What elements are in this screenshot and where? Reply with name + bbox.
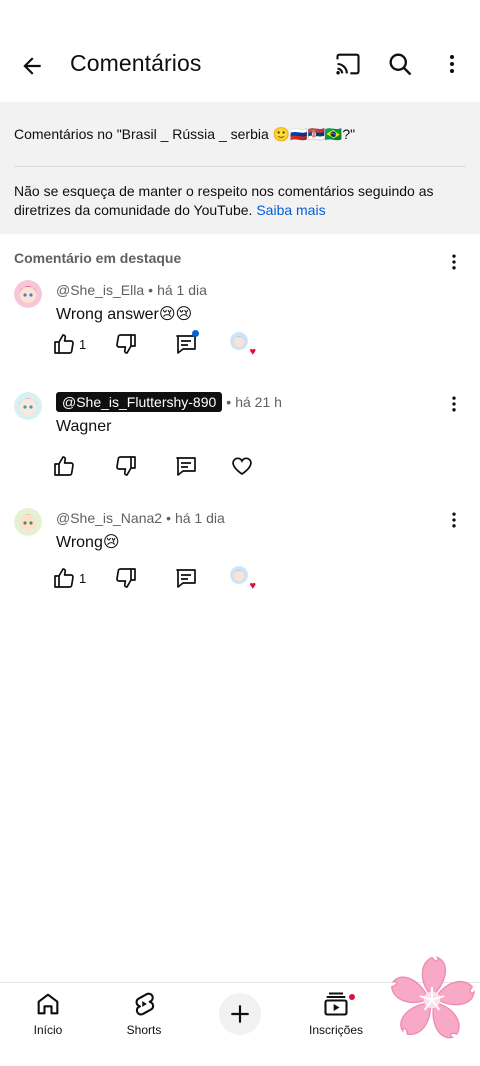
nav-home[interactable]: Início — [8, 989, 88, 1037]
like-button[interactable] — [52, 452, 114, 480]
comment-author[interactable]: @She_is_Nana2 — [56, 510, 162, 526]
video-title-line: Comentários no "Brasil _ Rússia _ serbia… — [14, 126, 356, 142]
comment-icon — [176, 569, 196, 588]
pinned-more-button[interactable] — [442, 250, 466, 274]
creator-heart: ♥ — [230, 330, 260, 358]
comment-more-button[interactable] — [442, 392, 466, 416]
home-icon — [37, 993, 59, 1015]
community-notice: Não se esqueça de manter o respeito nos … — [14, 182, 450, 220]
comment-time: há 1 dia — [174, 510, 225, 526]
more-vertical-icon — [450, 55, 454, 73]
more-vertical-icon — [452, 512, 456, 528]
dislike-button[interactable] — [114, 330, 174, 358]
back-button[interactable] — [14, 48, 50, 84]
comment-author[interactable]: @She_is_Fluttershy-890 — [56, 392, 223, 412]
avatar[interactable] — [14, 508, 42, 536]
separator: • — [166, 510, 171, 526]
reply-notification-dot — [192, 330, 199, 337]
heart-icon: ♥ — [249, 346, 256, 358]
arrow-left-icon — [23, 57, 41, 75]
pinned-comment-label: Comentário em destaque — [14, 250, 182, 266]
comment-time: há 21 h — [235, 394, 282, 410]
sakura-flower-icon — [391, 956, 475, 1039]
comment-text: Wrong answer😢😢 — [56, 306, 193, 323]
like-count: 1 — [79, 336, 87, 352]
notice-text: Não se esqueça de manter o respeito nos … — [14, 183, 434, 218]
sakura-flower-overlay — [386, 948, 478, 1048]
separator: • — [226, 394, 232, 410]
comment-icon — [176, 457, 196, 476]
like-button[interactable]: 1 — [52, 564, 114, 592]
page-title: Comentários — [70, 50, 202, 76]
comments-info-panel: Comentários no "Brasil _ Rússia _ serbia… — [0, 102, 480, 234]
like-count: 1 — [79, 570, 87, 586]
dislike-button[interactable] — [114, 564, 174, 592]
reply-button[interactable] — [174, 330, 230, 358]
comment-text: Wagner — [56, 418, 112, 435]
thumbs-down-icon — [116, 456, 136, 476]
top-app-bar: Comentários — [0, 0, 480, 102]
heart-icon: ♥ — [249, 580, 256, 592]
more-options-button[interactable] — [434, 46, 470, 82]
comment-time: há 1 dia — [157, 282, 207, 298]
comment-more-button[interactable] — [442, 508, 466, 532]
divider — [14, 166, 466, 167]
cast-icon — [336, 53, 360, 75]
nav-subscriptions-label: Inscrições — [308, 1023, 364, 1037]
thumbs-up-icon — [54, 334, 74, 354]
comment-author[interactable]: @She_is_Ella — [56, 282, 144, 298]
avatar[interactable] — [14, 392, 42, 420]
nav-shorts-label: Shorts — [126, 1023, 162, 1037]
like-button[interactable]: 1 — [52, 330, 114, 358]
nav-home-label: Início — [33, 1023, 63, 1037]
reply-button[interactable] — [174, 564, 230, 592]
thumbs-down-icon — [116, 334, 136, 354]
comment-text: Wrong😢 — [56, 534, 120, 551]
subscriptions-icon — [324, 992, 348, 1016]
create-button[interactable] — [219, 993, 261, 1035]
more-vertical-icon — [452, 396, 456, 412]
learn-more-link[interactable]: Saiba mais — [256, 202, 325, 218]
shorts-icon — [135, 992, 155, 1016]
search-button[interactable] — [382, 46, 418, 82]
dislike-button[interactable] — [114, 452, 174, 480]
thumbs-down-icon — [116, 568, 136, 588]
more-vertical-icon — [452, 254, 456, 270]
search-icon — [389, 53, 412, 76]
heart-outline-icon — [232, 457, 252, 476]
thumbs-up-icon — [54, 456, 74, 476]
plus-icon — [231, 1005, 249, 1023]
thumbs-up-icon — [54, 568, 74, 588]
creator-avatar — [230, 332, 248, 350]
separator: • — [148, 282, 154, 298]
creator-avatar — [230, 566, 248, 584]
avatar[interactable] — [14, 280, 42, 308]
cast-button[interactable] — [330, 46, 366, 82]
heart-button[interactable] — [230, 452, 260, 480]
reply-button[interactable] — [174, 452, 230, 480]
nav-shorts[interactable]: Shorts — [104, 989, 184, 1037]
creator-heart: ♥ — [230, 564, 260, 592]
nav-subscriptions[interactable]: Inscrições — [296, 989, 376, 1037]
notification-dot — [348, 993, 356, 1001]
